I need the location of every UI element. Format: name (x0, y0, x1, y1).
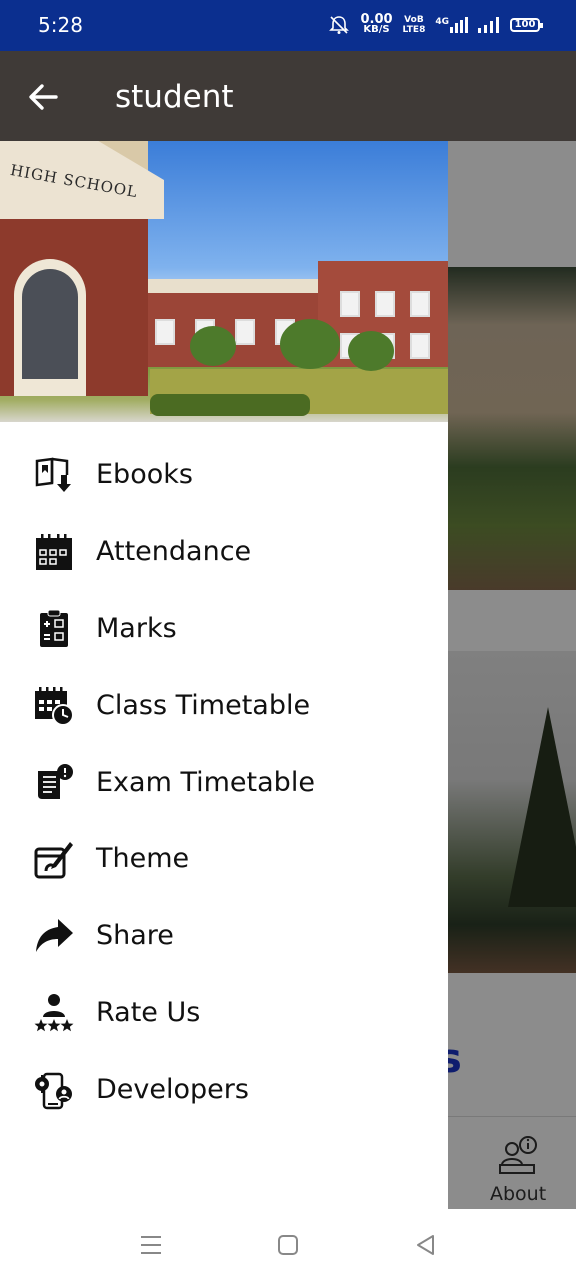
drawer-item-marks[interactable]: Marks (0, 590, 448, 667)
developer-gear-icon (35, 1072, 72, 1110)
system-nav-bar (0, 1209, 576, 1280)
net-speed: 0.00 KB/S (360, 13, 392, 35)
status-bar: 5:28 0.00 KB/S VoB LTE8 4G 100 (0, 0, 576, 51)
drawer-item-label: Ebooks (96, 459, 193, 490)
menu-lines-icon[interactable] (137, 1231, 165, 1259)
rate-user-stars-icon (34, 994, 74, 1032)
drawer-menu: Ebooks Attendance Marks Class Timetable … (0, 436, 448, 1128)
drawer-item-ebooks[interactable]: Ebooks (0, 436, 448, 513)
drawer-item-label: Theme (96, 843, 190, 875)
battery-icon: 100 (510, 18, 543, 32)
drawer-item-theme[interactable]: Theme (0, 820, 448, 897)
drawer-item-attendance[interactable]: Attendance (0, 513, 448, 590)
drawer-item-label: Attendance (96, 535, 252, 567)
volte-indicator: VoB LTE8 (402, 15, 426, 35)
square-home-icon[interactable] (274, 1231, 302, 1259)
drawer-item-label: Exam Timetable (96, 766, 315, 798)
drawer-item-share[interactable]: Share (0, 897, 448, 974)
drawer-item-label: Share (96, 920, 174, 952)
signal-bars-icon (478, 17, 499, 33)
ebook-download-icon (35, 457, 71, 492)
drawer-scrim[interactable] (448, 141, 576, 1209)
page-title: student (115, 79, 234, 115)
drawer-item-class-timetable[interactable]: Class Timetable (0, 667, 448, 744)
mute-bell-icon (329, 16, 350, 34)
theme-edit-icon (34, 842, 73, 879)
drawer-item-rate-us[interactable]: Rate Us (0, 974, 448, 1051)
arrow-left-icon[interactable] (24, 77, 64, 117)
app-bar: student (0, 51, 576, 141)
drawer-item-exam-timetable[interactable]: Exam Timetable (0, 744, 448, 821)
drawer-item-label: Class Timetable (96, 689, 311, 721)
net-speed-unit: KB/S (363, 24, 390, 35)
drawer-item-label: Developers (96, 1074, 249, 1106)
exam-scroll-icon (38, 763, 73, 799)
drawer-item-label: Rate Us (96, 997, 201, 1029)
calendar-clock-icon (35, 686, 74, 726)
share-arrow-icon (36, 919, 73, 953)
drawer-item-developers[interactable]: Developers (0, 1051, 448, 1128)
drawer-header-image: HIGH SCHOOL (0, 141, 448, 422)
triangle-back-icon[interactable] (412, 1231, 440, 1259)
clipboard-marks-icon (40, 609, 68, 647)
navigation-drawer: HIGH SCHOOL Ebooks Attendance Marks Clas… (0, 141, 448, 1209)
status-icons: 0.00 KB/S VoB LTE8 4G 100 (328, 12, 543, 38)
drawer-item-label: Marks (96, 612, 177, 644)
signal-4g-icon: 4G (435, 17, 468, 33)
status-time: 5:28 (38, 13, 83, 37)
calendar-icon (36, 533, 72, 570)
